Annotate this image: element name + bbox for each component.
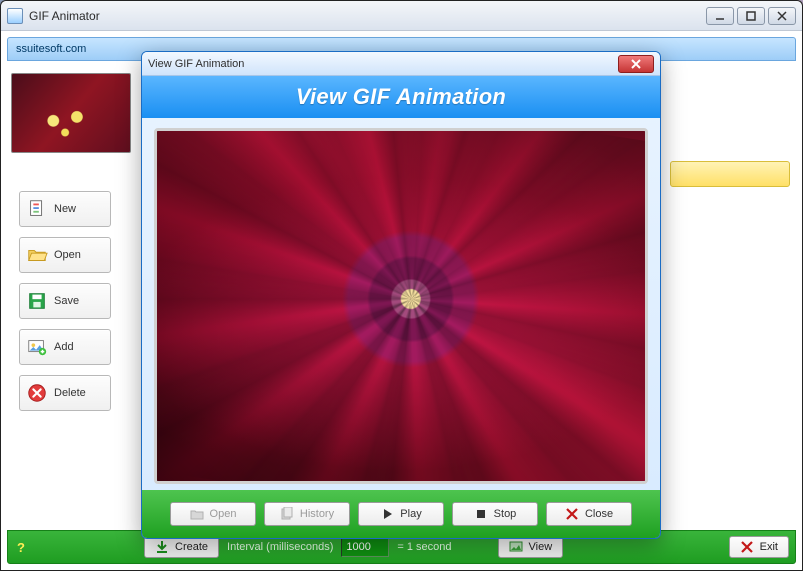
stop-icon xyxy=(474,507,488,521)
create-button-label: Create xyxy=(175,541,208,553)
gif-preview xyxy=(154,128,648,484)
dialog-body xyxy=(142,118,660,490)
window-close-button[interactable] xyxy=(768,7,796,25)
view-button-label: View xyxy=(529,541,553,553)
preview-image xyxy=(157,131,645,481)
dialog-play-label: Play xyxy=(400,508,421,520)
dialog-header: View GIF Animation xyxy=(142,76,660,118)
folder-icon xyxy=(190,507,204,521)
exit-icon xyxy=(740,540,754,554)
dialog-title: View GIF Animation xyxy=(148,58,244,70)
save-button-label: Save xyxy=(54,295,79,307)
branding-text: ssuitesoft.com xyxy=(16,43,86,55)
minimize-button[interactable] xyxy=(706,7,734,25)
delete-button-label: Delete xyxy=(54,387,86,399)
app-icon xyxy=(7,8,23,24)
new-button[interactable]: New xyxy=(19,191,111,227)
new-button-label: New xyxy=(54,203,76,215)
save-button[interactable]: Save xyxy=(19,283,111,319)
exit-button[interactable]: Exit xyxy=(729,536,789,558)
window-title: GIF Animator xyxy=(29,9,100,23)
add-button[interactable]: Add xyxy=(19,329,111,365)
open-button-label: Open xyxy=(54,249,81,261)
help-button[interactable]: ? xyxy=(14,540,28,555)
dialog-titlebar[interactable]: View GIF Animation xyxy=(142,52,660,76)
dialog-stop-button[interactable]: Stop xyxy=(452,502,538,526)
create-icon xyxy=(155,540,169,554)
interval-label: Interval (milliseconds) xyxy=(227,541,333,553)
play-icon xyxy=(380,507,394,521)
view-button[interactable]: View xyxy=(498,536,564,558)
delete-button[interactable]: Delete xyxy=(19,375,111,411)
view-gif-dialog: View GIF Animation View GIF Animation Op… xyxy=(141,51,661,539)
dialog-close-button[interactable] xyxy=(618,55,654,73)
dialog-header-text: View GIF Animation xyxy=(296,84,506,110)
dialog-open-button[interactable]: Open xyxy=(170,502,256,526)
frame-list-item[interactable] xyxy=(670,161,790,187)
folder-open-icon xyxy=(26,244,48,266)
delete-icon xyxy=(26,382,48,404)
interval-suffix: = 1 second xyxy=(397,541,451,553)
dialog-open-label: Open xyxy=(210,508,237,520)
history-icon xyxy=(280,507,294,521)
dialog-history-label: History xyxy=(300,508,334,520)
create-button[interactable]: Create xyxy=(144,536,219,558)
open-button[interactable]: Open xyxy=(19,237,111,273)
titlebar[interactable]: GIF Animator xyxy=(1,1,802,31)
maximize-button[interactable] xyxy=(737,7,765,25)
exit-button-label: Exit xyxy=(760,541,778,553)
new-document-icon xyxy=(26,198,48,220)
interval-input[interactable] xyxy=(341,537,389,557)
close-icon xyxy=(565,507,579,521)
add-button-label: Add xyxy=(54,341,74,353)
thumbnail-preview[interactable] xyxy=(11,73,131,153)
view-icon xyxy=(509,540,523,554)
dialog-close-label: Close xyxy=(585,508,613,520)
main-window: GIF Animator ssuitesoft.com New Open xyxy=(0,0,803,571)
dialog-footer: Open History Play Stop Close xyxy=(142,490,660,538)
sidebar: New Open Save Add Delete xyxy=(7,61,137,530)
dialog-play-button[interactable]: Play xyxy=(358,502,444,526)
floppy-disk-icon xyxy=(26,290,48,312)
dialog-close-action-button[interactable]: Close xyxy=(546,502,632,526)
dialog-stop-label: Stop xyxy=(494,508,517,520)
add-image-icon xyxy=(26,336,48,358)
dialog-history-button[interactable]: History xyxy=(264,502,350,526)
